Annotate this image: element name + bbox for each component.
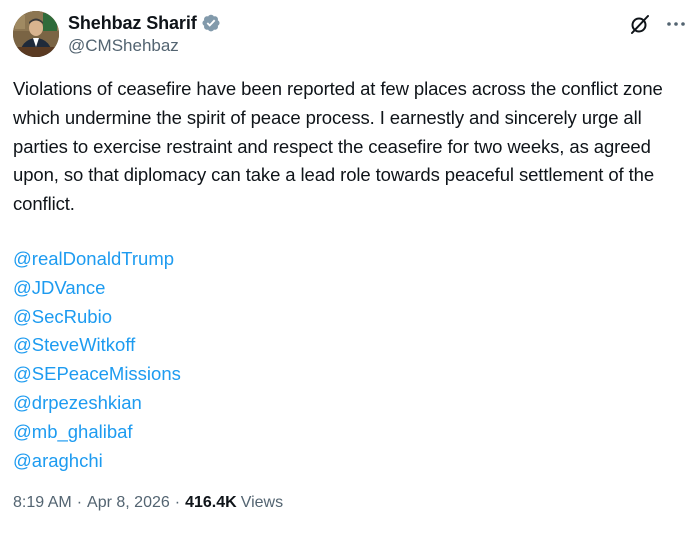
post-time[interactable]: 8:19 AM <box>13 494 72 512</box>
mention-link[interactable]: @SEPeaceMissions <box>13 360 181 389</box>
mention-link[interactable]: @SteveWitkoff <box>13 331 181 360</box>
meta-separator: · <box>76 494 83 511</box>
mention-link[interactable]: @realDonaldTrump <box>13 245 181 274</box>
author-display-name[interactable]: Shehbaz Sharif <box>68 13 197 34</box>
views-count[interactable]: 416.4K <box>185 494 237 512</box>
meta-separator: · <box>174 494 181 511</box>
tweet-text: Violations of ceasefire have been report… <box>13 78 663 215</box>
author-handle[interactable]: @CMShehbaz <box>68 36 221 56</box>
name-row: Shehbaz Sharif <box>68 12 221 34</box>
tweet-header: Shehbaz Sharif @CMShehbaz <box>13 11 687 59</box>
mention-link[interactable]: @mb_ghalibaf <box>13 418 181 447</box>
tweet: Shehbaz Sharif @CMShehbaz Violations of … <box>0 0 700 535</box>
views-label[interactable]: Views <box>241 494 283 512</box>
tweet-meta: 8:19 AM · Apr 8, 2026 · 416.4K Views <box>13 494 283 512</box>
mention-link[interactable]: @SecRubio <box>13 303 181 332</box>
mention-link[interactable]: @JDVance <box>13 274 181 303</box>
mention-link[interactable]: @drpezeshkian <box>13 389 181 418</box>
more-options-icon[interactable] <box>665 13 687 35</box>
post-date[interactable]: Apr 8, 2026 <box>87 494 170 512</box>
verified-badge-icon[interactable] <box>201 13 221 33</box>
grok-icon[interactable] <box>629 13 651 35</box>
mentions-list: @realDonaldTrump @JDVance @SecRubio @Ste… <box>13 245 181 475</box>
mention-link[interactable]: @araghchi <box>13 447 181 476</box>
author-block: Shehbaz Sharif @CMShehbaz <box>68 12 221 56</box>
avatar[interactable] <box>13 11 59 57</box>
